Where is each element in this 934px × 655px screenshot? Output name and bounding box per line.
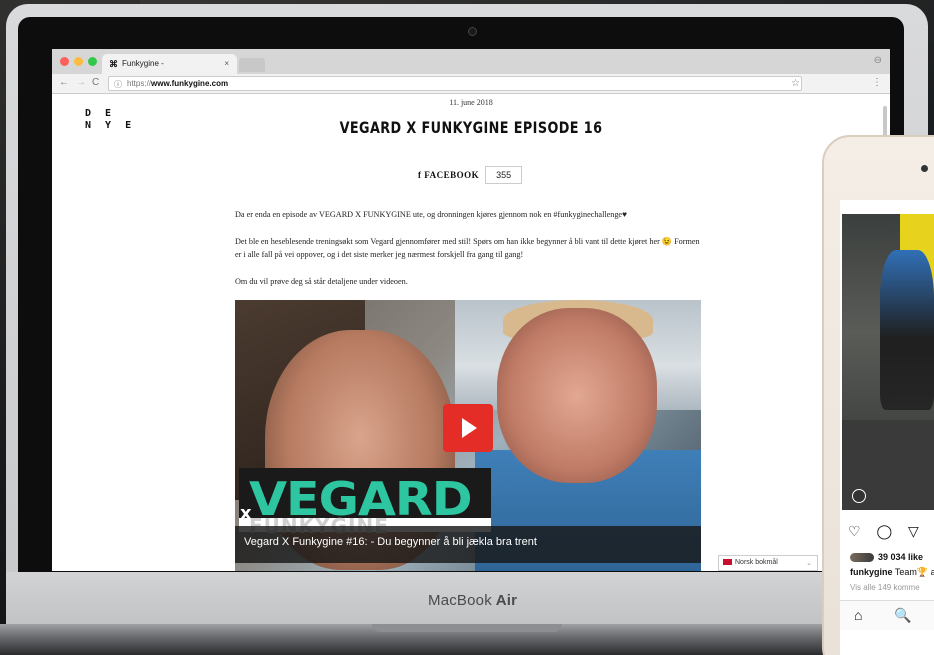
reload-button[interactable]: C — [92, 77, 99, 88]
forward-button[interactable]: → — [76, 77, 86, 88]
url-protocol: https:// — [127, 79, 152, 88]
browser-window: ⌘ Funkygine - × ⊖ ← → C ⓘ https://www.fu… — [52, 49, 890, 571]
site-logo[interactable]: D E N Y E — [85, 108, 135, 132]
facebook-share-count: 355 — [485, 166, 523, 184]
browser-toolbar: ← → C ⓘ https://www.funkygine.com ☆ ⋮ — [52, 74, 890, 94]
caption-username[interactable]: funkygine — [850, 567, 893, 577]
home-icon[interactable]: ⌂ — [854, 607, 862, 623]
caption-text: Team🏆 a — [892, 567, 934, 577]
post-title: VEGARD X FUNKYGINE EPISODE 16 — [339, 118, 603, 137]
favicon-icon: ⌘ — [109, 59, 118, 69]
instagram-action-icons[interactable]: ♡ ◯ ▽ — [848, 523, 925, 540]
web-page: D E N Y E 11. june 2018 VEGARD X FUNKYGI… — [52, 94, 890, 571]
logo-line-2: N Y E — [85, 120, 136, 131]
close-window-button[interactable] — [60, 57, 69, 66]
back-button[interactable]: ← — [59, 77, 69, 88]
tab-funkygine[interactable]: ⌘ Funkygine - × — [102, 54, 237, 74]
video-player[interactable]: VEGARD FUNKYGINE x Vegard X Funkygine #1… — [235, 300, 701, 571]
chevron-down-icon: ⌄ — [806, 560, 812, 567]
phone-camera — [921, 165, 928, 172]
url-domain: www.funkygine.com — [151, 79, 229, 88]
post-date: 11. june 2018 — [449, 98, 493, 107]
post-paragraph-2: Det ble en heseblesende treningsøkt som … — [235, 237, 700, 259]
language-selector[interactable]: Norsk bokmål ⌄ — [718, 555, 818, 571]
video-title[interactable]: Vegard X Funkygine #16: - Du begynner å … — [244, 536, 537, 548]
play-button-icon[interactable] — [443, 404, 493, 452]
title-overlay-x: x — [240, 503, 252, 524]
instagram-likes: 39 034 like — [850, 552, 923, 563]
logo-line-1: D E — [85, 108, 116, 119]
tab-bar: ⌘ Funkygine - × ⊖ — [52, 49, 890, 74]
laptop-hinge — [372, 624, 562, 632]
tab-close-icon[interactable]: × — [224, 59, 229, 68]
facebook-share: f FACEBOOK 355 — [418, 166, 523, 184]
new-tab-button[interactable] — [239, 58, 265, 72]
video-thumbnail-person-2 — [497, 308, 657, 483]
maximize-window-button[interactable] — [88, 57, 97, 66]
browser-menu-icon[interactable]: ⋮ — [872, 77, 882, 88]
profile-icon[interactable]: ⊖ — [874, 55, 882, 66]
minimize-window-button[interactable] — [74, 57, 83, 66]
post-paragraph-1: Da er enda en episode av VEGARD X FUNKYG… — [235, 210, 627, 219]
liker-avatars — [850, 553, 874, 563]
laptop-brand: MacBook Air — [428, 592, 517, 609]
post-paragraph-3: Om du vil prøve deg så står detaljene un… — [235, 277, 408, 286]
norway-flag-icon — [723, 559, 732, 566]
window-controls — [60, 57, 97, 66]
language-label: Norsk bokmål — [735, 559, 778, 566]
tagged-user-icon[interactable] — [852, 489, 866, 503]
facebook-share-button[interactable]: f FACEBOOK — [418, 170, 479, 180]
view-comments-link[interactable]: Vis alle 149 komme — [850, 583, 920, 592]
video-title-bar: Vegard X Funkygine #16: - Du begynner å … — [235, 526, 701, 563]
instagram-bottom-nav: ⌂ 🔍 — [840, 600, 934, 630]
brand-air: Air — [491, 592, 518, 609]
instagram-image-person — [880, 250, 934, 410]
likes-count[interactable]: 39 034 like — [878, 552, 923, 562]
site-info-icon[interactable]: ⓘ — [114, 79, 122, 90]
laptop-camera — [468, 27, 477, 36]
bookmark-star-icon[interactable]: ☆ — [791, 78, 800, 89]
instagram-caption: funkygine Team🏆 a — [850, 567, 934, 578]
address-bar[interactable]: ⓘ https://www.funkygine.com — [108, 76, 802, 91]
brand-macbook: MacBook — [428, 592, 492, 609]
tab-title: Funkygine - — [122, 59, 164, 68]
search-icon[interactable]: 🔍 — [894, 607, 911, 624]
